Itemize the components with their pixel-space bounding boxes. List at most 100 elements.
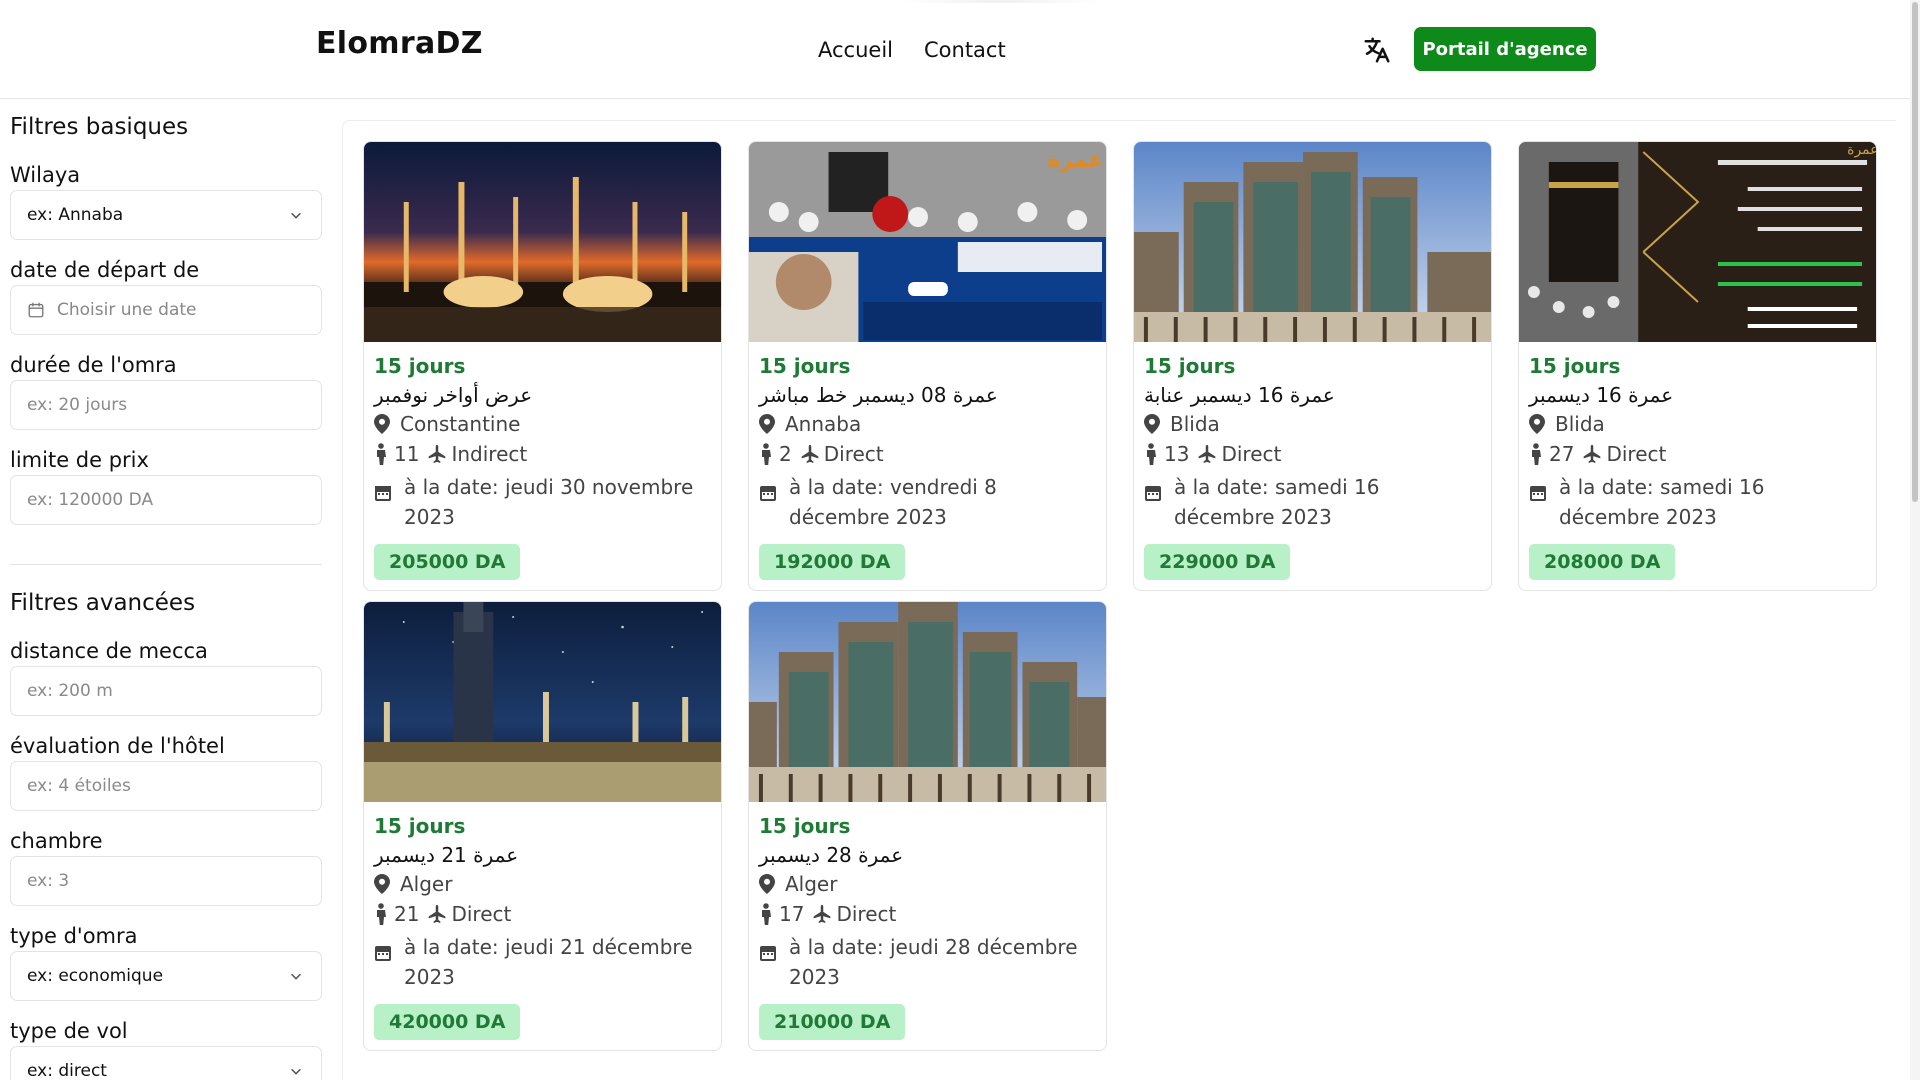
offer-duration: 15 jours [1144, 354, 1236, 378]
duration-label: durée de l'omra [10, 353, 177, 377]
agency-portal-button[interactable]: Portail d'agence [1414, 27, 1596, 71]
offer-date-text: à la date: jeudi 28 décembre 2023 [789, 935, 1078, 989]
hotel-rating-input[interactable] [27, 776, 321, 796]
price-limit-input[interactable] [27, 490, 321, 510]
distance-label: distance de mecca [10, 639, 208, 663]
map-pin-icon [759, 874, 775, 894]
offer-title[interactable]: عرض أواخر نوفمبر [374, 383, 532, 407]
offer-capacity: 2 Direct [759, 442, 884, 466]
room-label: chambre [10, 829, 103, 853]
offer-pax: 27 [1549, 442, 1575, 466]
offer-location: Alger [374, 872, 452, 896]
offer-date: à la date: samedi 16 décembre 2023 [1529, 472, 1869, 532]
calendar-icon [28, 302, 44, 318]
offer-flight-type: Direct [823, 442, 884, 466]
room-field[interactable] [10, 856, 322, 906]
offer-title[interactable]: عمرة 08 ديسمبر خط مباشر [759, 383, 998, 407]
map-pin-icon [1529, 414, 1545, 434]
offer-date: à la date: jeudi 28 décembre 2023 [759, 932, 1099, 992]
page-scrollbar[interactable] [1910, 0, 1920, 1080]
offer-city: Alger [400, 872, 453, 896]
duration-input[interactable] [27, 395, 321, 415]
nav-link-accueil[interactable]: Accueil [818, 38, 893, 62]
plane-icon [429, 444, 446, 463]
offer-card[interactable]: عمرة 15 jours عمرة 16 ديسمبر Blida 27 Di… [1518, 141, 1877, 591]
distance-input[interactable] [27, 681, 321, 701]
plane-icon [1584, 444, 1601, 463]
omra-type-value: ex: economique [27, 966, 164, 986]
offer-card[interactable]: 15 jours عرض أواخر نوفمبر Constantine 11… [363, 141, 722, 591]
offer-location: Alger [759, 872, 837, 896]
offer-title[interactable]: عمرة 16 ديسمبر عنابة [1144, 383, 1335, 407]
offer-price: 192000 DA [759, 544, 906, 580]
offer-price: 205000 DA [374, 544, 521, 580]
departure-date-picker[interactable]: Choisir une date [10, 285, 322, 335]
offer-city: Constantine [400, 412, 521, 436]
offer-card[interactable]: 15 jours عمرة 28 ديسمبر Alger 17 Direct … [748, 601, 1107, 1051]
omra-type-label: type d'omra [10, 924, 138, 948]
offer-price: 208000 DA [1529, 544, 1676, 580]
map-pin-icon [1144, 414, 1160, 434]
calendar-icon [375, 946, 391, 961]
offer-price: 229000 DA [1144, 544, 1291, 580]
map-pin-icon [374, 414, 390, 434]
filters-sidebar: Filtres basiques Wilaya ex: Annaba date … [0, 100, 332, 1080]
offer-date: à la date: vendredi 8 décembre 2023 [759, 472, 1099, 532]
hotel-rating-field[interactable] [10, 761, 322, 811]
offer-pax: 17 [779, 902, 805, 926]
offer-date-text: à la date: jeudi 21 décembre 2023 [404, 935, 693, 989]
offer-card[interactable]: 15 jours عمرة 16 ديسمبر عنابة Blida 13 D… [1133, 141, 1492, 591]
wilaya-label: Wilaya [10, 163, 81, 187]
offer-capacity: 27 Direct [1529, 442, 1666, 466]
calendar-icon [760, 946, 776, 961]
offer-image[interactable]: عمرة [1519, 142, 1876, 342]
offer-capacity: 13 Direct [1144, 442, 1281, 466]
chevron-down-icon [291, 1068, 301, 1075]
offer-flight-type: Direct [836, 902, 897, 926]
price-limit-field[interactable] [10, 475, 322, 525]
offer-title[interactable]: عمرة 16 ديسمبر [1529, 383, 1673, 407]
offer-card[interactable]: 15 jours عمرة 21 ديسمبر Alger 21 Direct … [363, 601, 722, 1051]
offer-duration: 15 jours [759, 814, 851, 838]
flight-type-select[interactable]: ex: direct [10, 1046, 322, 1080]
advanced-filters-title: Filtres avancées [10, 590, 196, 616]
person-icon [1532, 443, 1541, 465]
offer-duration: 15 jours [374, 814, 466, 838]
departure-date-label: date de départ de [10, 258, 200, 282]
offer-card[interactable]: عمرة 15 jours عمرة 08 ديسمبر خط مباشر An… [748, 141, 1107, 591]
plane-icon [429, 904, 446, 923]
duration-field[interactable] [10, 380, 322, 430]
offer-image[interactable] [749, 602, 1106, 802]
departure-date-placeholder: Choisir une date [57, 300, 197, 320]
site-logo[interactable]: ElomraDZ [316, 26, 483, 61]
map-pin-icon [759, 414, 775, 434]
map-pin-icon [374, 874, 390, 894]
offer-flight-type: Indirect [451, 442, 528, 466]
offer-title[interactable]: عمرة 28 ديسمبر [759, 843, 903, 867]
basic-filters-title: Filtres basiques [10, 114, 189, 140]
offer-image[interactable] [364, 142, 721, 342]
offer-date: à la date: samedi 16 décembre 2023 [1144, 472, 1484, 532]
offer-date: à la date: jeudi 30 novembre 2023 [374, 472, 714, 532]
offer-image[interactable] [1134, 142, 1491, 342]
offer-location: Blida [1529, 412, 1605, 436]
offer-date-text: à la date: vendredi 8 décembre 2023 [789, 475, 997, 529]
offer-date-text: à la date: samedi 16 décembre 2023 [1559, 475, 1765, 529]
offer-image[interactable]: عمرة [749, 142, 1106, 342]
omra-type-select[interactable]: ex: economique [10, 951, 322, 1001]
offer-title[interactable]: عمرة 21 ديسمبر [374, 843, 518, 867]
person-icon [762, 903, 771, 925]
translate-icon[interactable] [1362, 35, 1392, 65]
offer-price: 420000 DA [374, 1004, 521, 1040]
distance-field[interactable] [10, 666, 322, 716]
chevron-down-icon [291, 973, 301, 980]
offers-grid: 15 jours عرض أواخر نوفمبر Constantine 11… [342, 120, 1896, 1080]
offer-duration: 15 jours [374, 354, 466, 378]
scrollbar-thumb[interactable] [1912, 2, 1918, 502]
calendar-icon [1145, 486, 1161, 501]
room-input[interactable] [27, 871, 321, 891]
nav-link-contact[interactable]: Contact [924, 38, 1006, 62]
offer-date: à la date: jeudi 21 décembre 2023 [374, 932, 714, 992]
offer-image[interactable] [364, 602, 721, 802]
wilaya-select[interactable]: ex: Annaba [10, 190, 322, 240]
